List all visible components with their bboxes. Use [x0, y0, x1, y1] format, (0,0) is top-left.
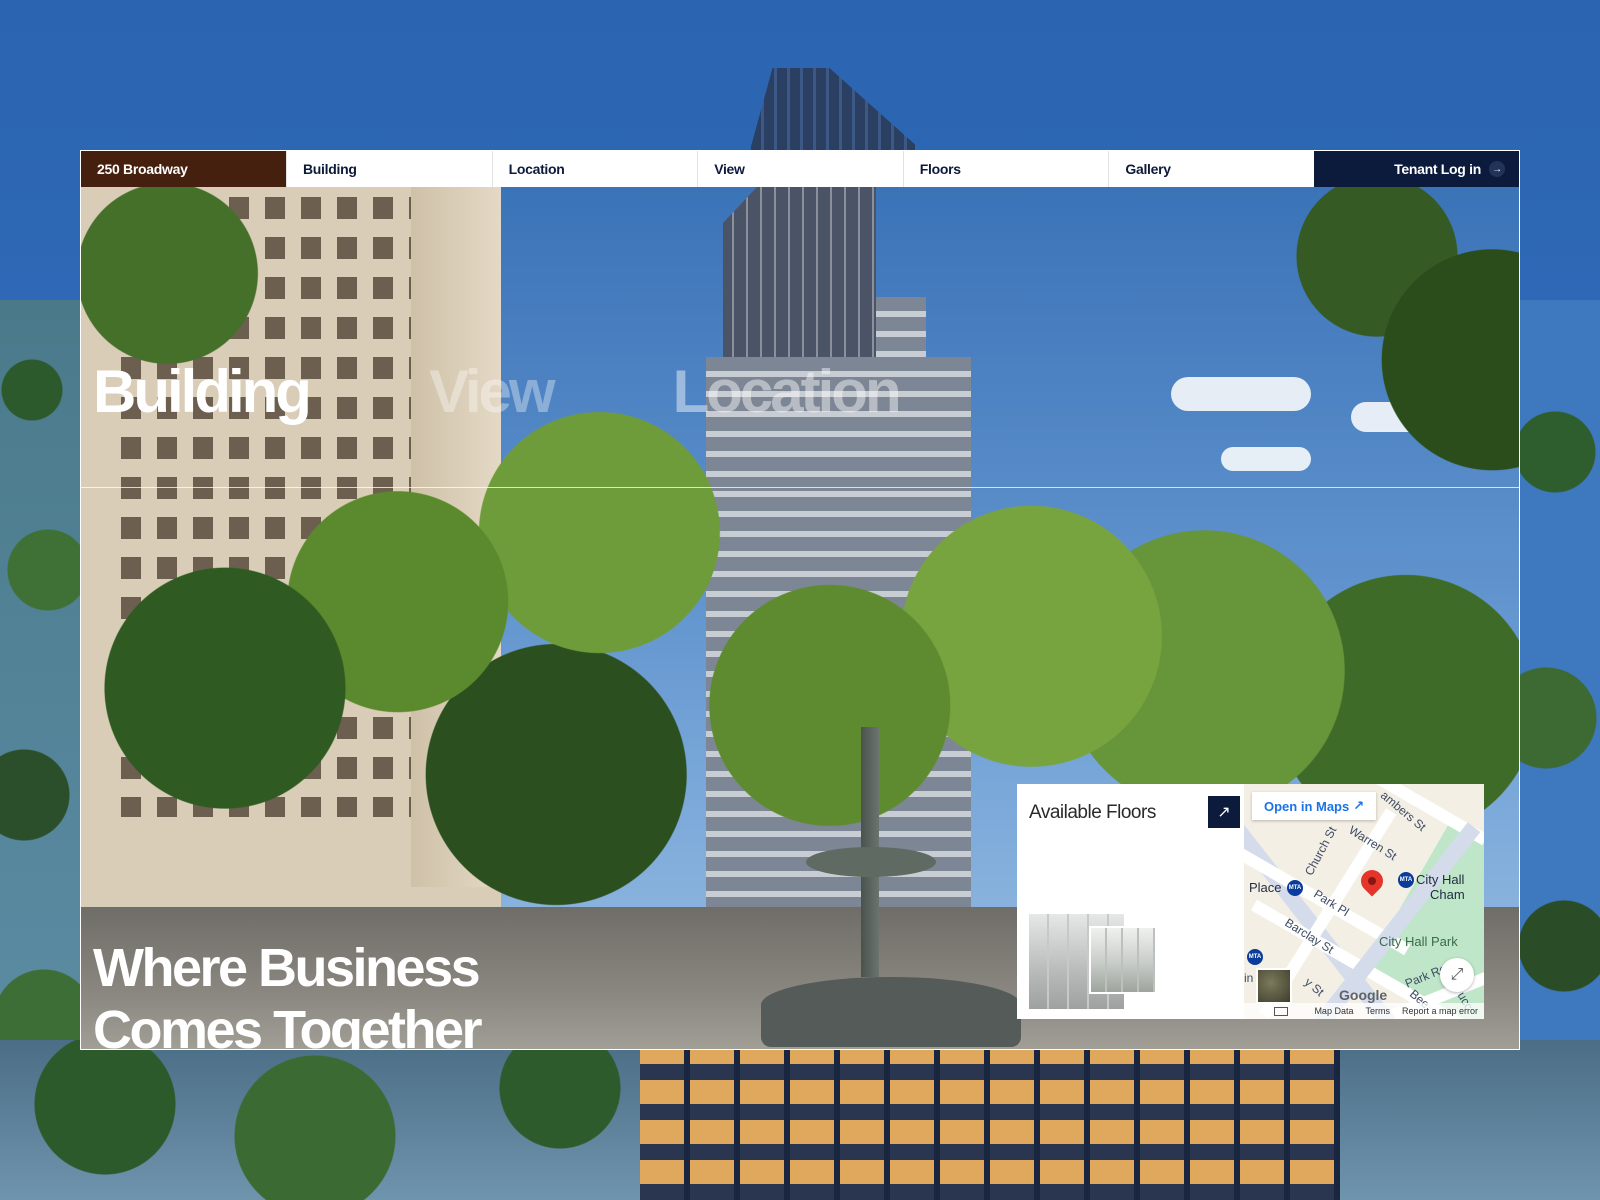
nav-item-floors[interactable]: Floors — [902, 151, 1109, 187]
available-floors-card[interactable]: Available Floors ↗ — [1017, 784, 1252, 1019]
google-logo: Google — [1339, 987, 1388, 1003]
location-map[interactable]: Open in Maps ↗ ambers St Church St Warre… — [1244, 784, 1484, 1019]
tagline-line-1: Where Business — [93, 938, 481, 998]
map-label-in: in — [1244, 971, 1254, 985]
subway-icon: MTA — [1398, 872, 1414, 888]
satellite-view-toggle[interactable] — [1256, 968, 1292, 1004]
fountain-base — [761, 977, 1021, 1047]
nav-item-gallery[interactable]: Gallery — [1108, 151, 1314, 187]
hero-tab-building[interactable]: Building — [93, 357, 312, 426]
map-label-city-hall: City Hall — [1416, 872, 1465, 887]
background-tower-top — [747, 68, 915, 158]
map-label-st: y St — [1301, 974, 1327, 1000]
fountain-bowl — [806, 847, 936, 877]
background-bottom-leaves — [0, 1040, 700, 1200]
tagline-line-2: Comes Together — [93, 1000, 483, 1050]
subway-icon: MTA — [1287, 880, 1303, 896]
tenant-login-label: Tenant Log in — [1394, 161, 1481, 177]
hero-tabs: Building View Location — [93, 357, 902, 426]
map-label-city-hall-park: City Hall Park — [1379, 934, 1458, 949]
hero-tagline: Where Business Comes Together — [93, 937, 613, 1050]
arrow-right-icon: → — [1488, 161, 1505, 177]
main-navigation: 250 Broadway Building Location View Floo… — [81, 151, 1519, 187]
hero-tab-view[interactable]: View — [429, 357, 556, 426]
nav-item-location[interactable]: Location — [491, 151, 698, 187]
tenant-login-button[interactable]: Tenant Log in → — [1313, 151, 1519, 187]
nav-item-view[interactable]: View — [697, 151, 903, 187]
map-label-city-hall-2: Cham — [1430, 887, 1465, 902]
open-in-maps-label: Open in Maps — [1264, 798, 1350, 814]
background-foliage-right — [1510, 300, 1600, 1060]
hero-divider — [81, 487, 1519, 488]
keyboard-icon[interactable] — [1274, 1007, 1288, 1016]
nav-item-building[interactable]: Building — [286, 151, 492, 187]
hero-tab-location[interactable]: Location — [673, 357, 902, 426]
floor-photo-thumbnail — [1089, 926, 1157, 994]
terms-link[interactable]: Terms — [1365, 1006, 1390, 1016]
site-frame: 250 Broadway Building Location View Floo… — [80, 150, 1520, 1050]
report-error-link[interactable]: Report a map error — [1402, 1006, 1478, 1016]
open-in-maps-link[interactable]: Open in Maps ↗ — [1252, 792, 1377, 820]
arrow-up-right-icon[interactable]: ↗ — [1208, 796, 1240, 828]
map-footer: Map Data Terms Report a map error — [1244, 1003, 1484, 1019]
external-link-icon: ↗ — [1353, 798, 1365, 813]
background-bottom-tower — [640, 1040, 1340, 1200]
subway-icon: MTA — [1247, 949, 1263, 965]
map-label-place: Place — [1249, 880, 1282, 895]
fullscreen-icon[interactable]: ⤢ — [1440, 958, 1474, 992]
map-data-link[interactable]: Map Data — [1314, 1006, 1353, 1016]
map-label-church: Church St — [1301, 824, 1340, 878]
brand-logo[interactable]: 250 Broadway — [81, 151, 286, 187]
available-floors-title: Available Floors — [1029, 802, 1156, 823]
